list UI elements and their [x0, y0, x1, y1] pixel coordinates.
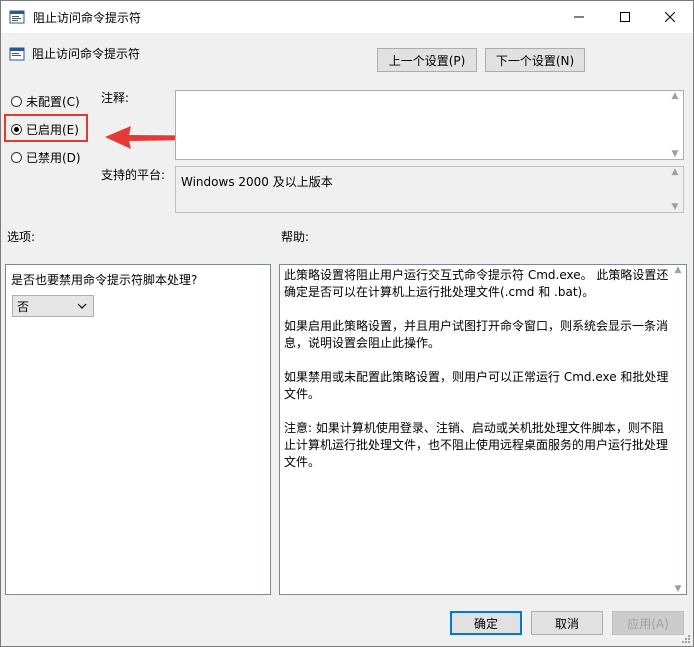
- help-paragraph: 此策略设置将阻止用户运行交互式命令提示符 Cmd.exe。 此策略设置还确定是否…: [284, 268, 669, 299]
- help-paragraph: 如果启用此策略设置，并且用户试图打开命令窗口，则系统会显示一条消息，说明设置会阻…: [284, 319, 669, 350]
- radio-disabled[interactable]: 已禁用(D): [11, 149, 81, 166]
- platform-scrollbar[interactable]: ▲ ▼: [667, 167, 683, 212]
- comment-label: 注释:: [101, 91, 130, 105]
- help-paragraph: 注意: 如果计算机使用登录、注销、启动或关机批处理文件脚本，则不阻止计算机运行批…: [284, 421, 669, 469]
- help-paragraph: 如果禁用或未配置此策略设置，则用户可以正常运行 Cmd.exe 和批处理文件。: [284, 370, 669, 401]
- scroll-down-icon[interactable]: ▼: [672, 202, 679, 212]
- maximize-button[interactable]: [602, 1, 648, 33]
- options-label: 选项:: [7, 230, 36, 244]
- radio-not-configured[interactable]: 未配置(C): [11, 93, 80, 110]
- ok-button[interactable]: 确定: [450, 611, 522, 635]
- policy-settings-icon: [9, 10, 25, 24]
- next-setting-button[interactable]: 下一个设置(N): [485, 48, 585, 72]
- scroll-down-icon[interactable]: ▼: [675, 584, 682, 594]
- apply-button[interactable]: 应用(A): [612, 611, 684, 635]
- close-button[interactable]: [647, 1, 693, 33]
- script-processing-dropdown[interactable]: 否: [12, 295, 94, 317]
- policy-dialog: 阻止访问命令提示符 阻止访问命令提示符 上一个设置(P) 下一个设置(N) 未配…: [0, 0, 694, 647]
- highlight-box: [4, 114, 88, 142]
- minimize-icon: [574, 16, 584, 18]
- title-bar[interactable]: 阻止访问命令提示符: [1, 1, 693, 33]
- scroll-up-icon[interactable]: ▲: [672, 91, 679, 101]
- window-title: 阻止访问命令提示符: [33, 11, 142, 25]
- resize-grip-icon[interactable]: [681, 634, 691, 644]
- help-label: 帮助:: [281, 230, 310, 244]
- help-scrollbar[interactable]: ▲ ▼: [670, 265, 686, 594]
- platform-value: Windows 2000 及以上版本: [181, 175, 333, 189]
- radio-label: 未配置(C): [26, 95, 80, 109]
- scroll-up-icon[interactable]: ▲: [672, 167, 679, 177]
- platform-field: Windows 2000 及以上版本 ▲ ▼: [175, 166, 684, 213]
- maximize-icon: [620, 12, 630, 22]
- scroll-up-icon[interactable]: ▲: [675, 265, 682, 275]
- minimize-button[interactable]: [556, 1, 602, 33]
- policy-settings-icon: [9, 47, 25, 61]
- radio-circle[interactable]: [11, 96, 22, 107]
- cancel-button[interactable]: 取消: [531, 611, 603, 635]
- close-icon: [665, 12, 675, 22]
- platform-label: 支持的平台:: [101, 168, 166, 182]
- dropdown-value: 否: [17, 299, 30, 314]
- script-processing-question: 是否也要禁用命令提示符脚本处理?: [11, 273, 198, 287]
- radio-circle[interactable]: [11, 152, 22, 163]
- comment-scrollbar[interactable]: ▲ ▼: [667, 91, 683, 159]
- help-text: 此策略设置将阻止用户运行交互式命令提示符 Cmd.exe。 此策略设置还确定是否…: [284, 267, 670, 488]
- comment-field[interactable]: ▲ ▼: [175, 90, 684, 160]
- chevron-down-icon: [77, 303, 87, 309]
- policy-name: 阻止访问命令提示符: [32, 47, 141, 61]
- options-panel: 是否也要禁用命令提示符脚本处理? 否: [5, 264, 271, 595]
- radio-label: 已禁用(D): [26, 151, 81, 165]
- help-panel: 此策略设置将阻止用户运行交互式命令提示符 Cmd.exe。 此策略设置还确定是否…: [279, 264, 687, 595]
- previous-setting-button[interactable]: 上一个设置(P): [377, 48, 477, 72]
- scroll-down-icon[interactable]: ▼: [672, 149, 679, 159]
